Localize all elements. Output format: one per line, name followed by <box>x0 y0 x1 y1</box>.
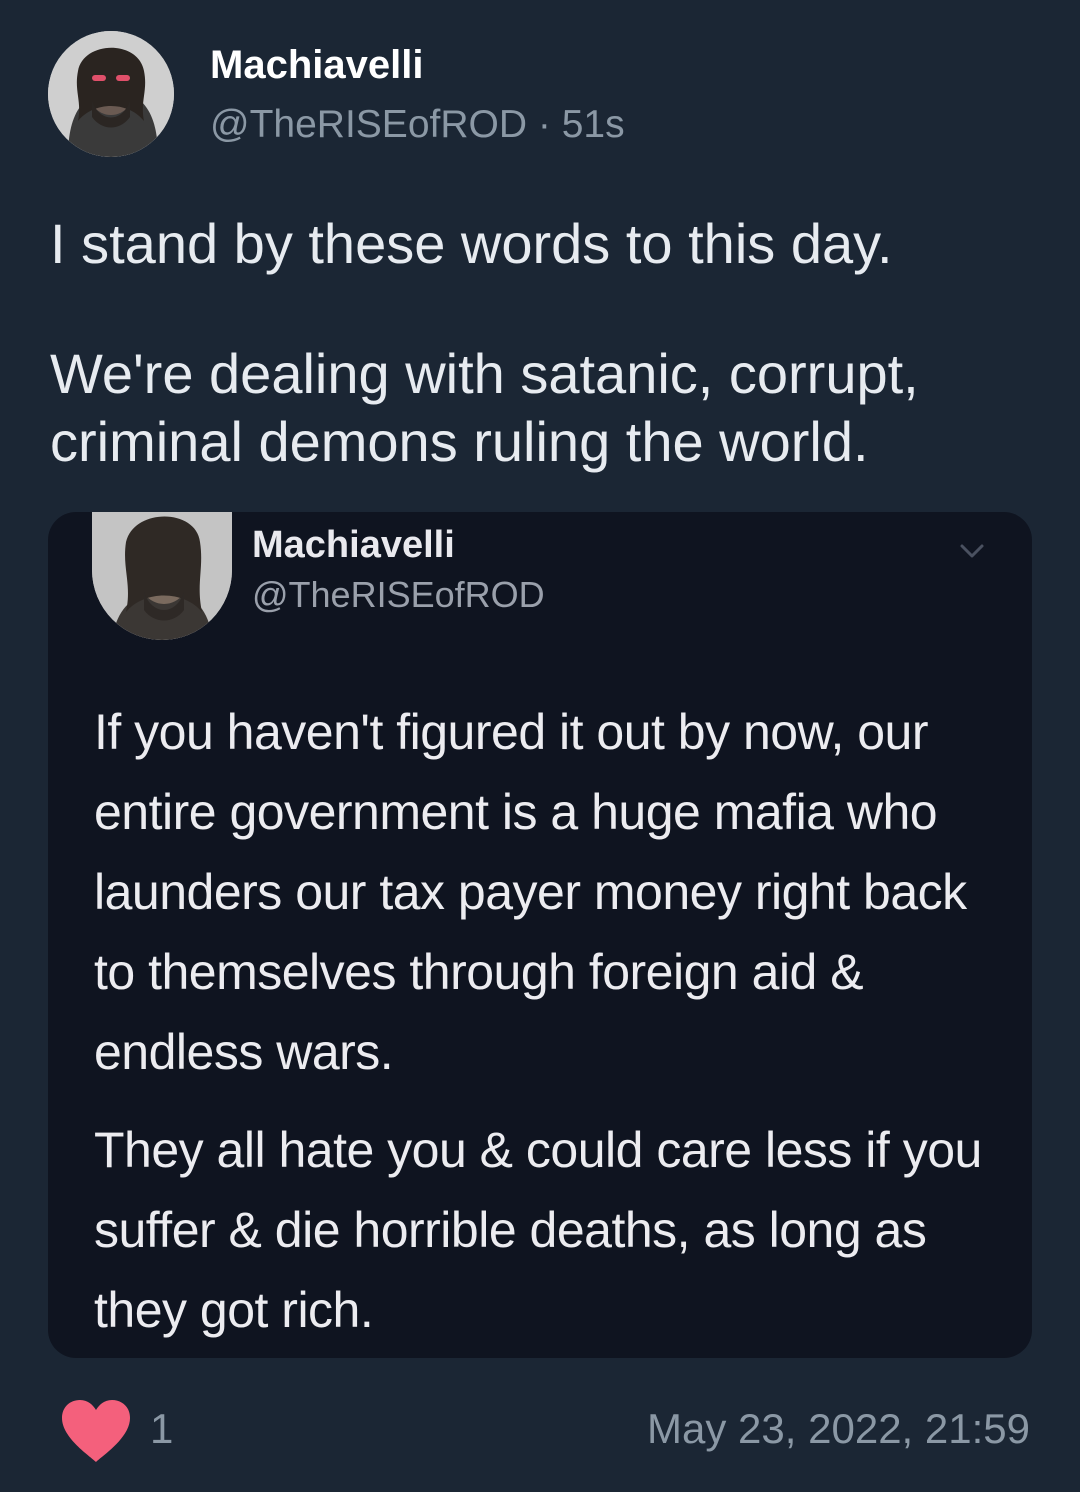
quoted-author-name: Machiavelli <box>252 524 455 566</box>
author-meta: @TheRISEofROD · 51s <box>210 100 625 150</box>
tweet-timestamp[interactable]: May 23, 2022, 21:59 <box>647 1404 1030 1454</box>
quoted-tweet-image[interactable]: Machiavelli @TheRISEofROD If you haven't… <box>48 512 1032 1358</box>
quoted-paragraph: If you haven't figured it out by now, ou… <box>94 704 967 1080</box>
tweet-screen: Machiavelli @TheRISEofROD · 51s I stand … <box>0 0 1080 1492</box>
chevron-down-icon <box>954 536 990 566</box>
tweet-paragraph: We're dealing with satanic, corrupt, cri… <box>50 342 919 473</box>
heart-icon[interactable] <box>60 1398 132 1464</box>
tweet-paragraph: I stand by these words to this day. <box>50 212 893 275</box>
tweet-body: I stand by these words to this day. We'r… <box>50 210 1040 476</box>
quoted-author-avatar <box>92 512 232 640</box>
meta-separator: · <box>537 103 551 146</box>
quoted-author-handle: @TheRISEofROD <box>252 574 545 615</box>
author-avatar[interactable] <box>48 31 174 157</box>
like-count: 1 <box>150 1405 174 1452</box>
tweet-age[interactable]: 51s <box>562 103 625 146</box>
quoted-tweet-body: If you haven't figured it out by now, ou… <box>94 692 994 1350</box>
author-name[interactable]: Machiavelli <box>210 40 423 90</box>
author-handle[interactable]: @TheRISEofROD <box>210 103 527 146</box>
quoted-paragraph: They all hate you & could care less if y… <box>94 1122 982 1338</box>
